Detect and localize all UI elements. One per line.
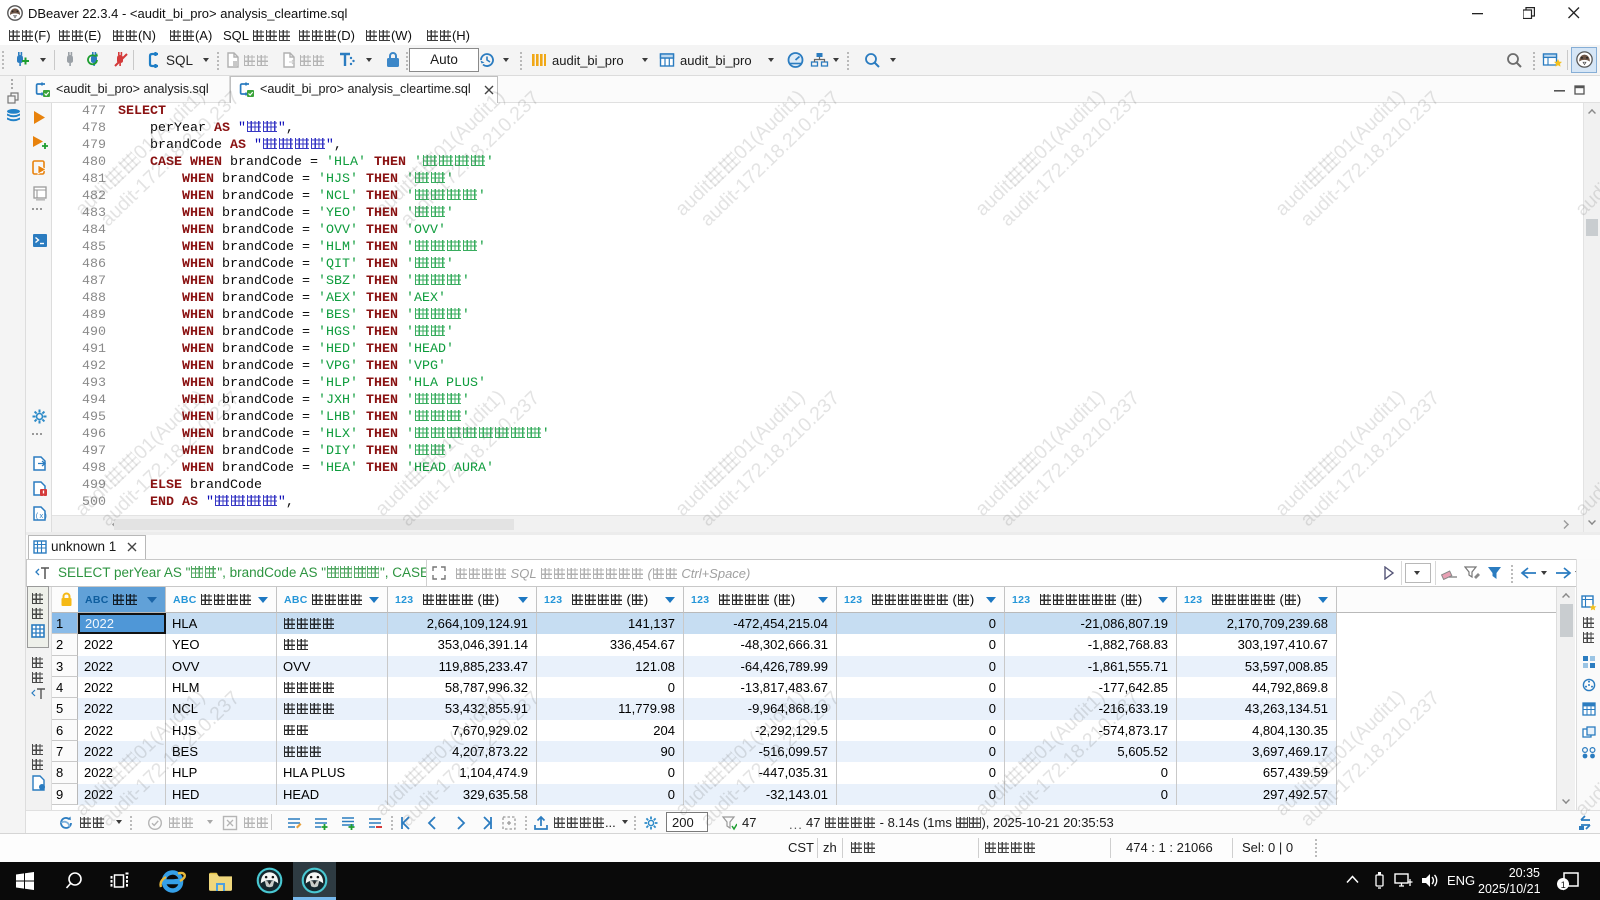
- svg-text:(x): (x): [35, 513, 48, 521]
- svg-text:1: 1: [1561, 880, 1566, 890]
